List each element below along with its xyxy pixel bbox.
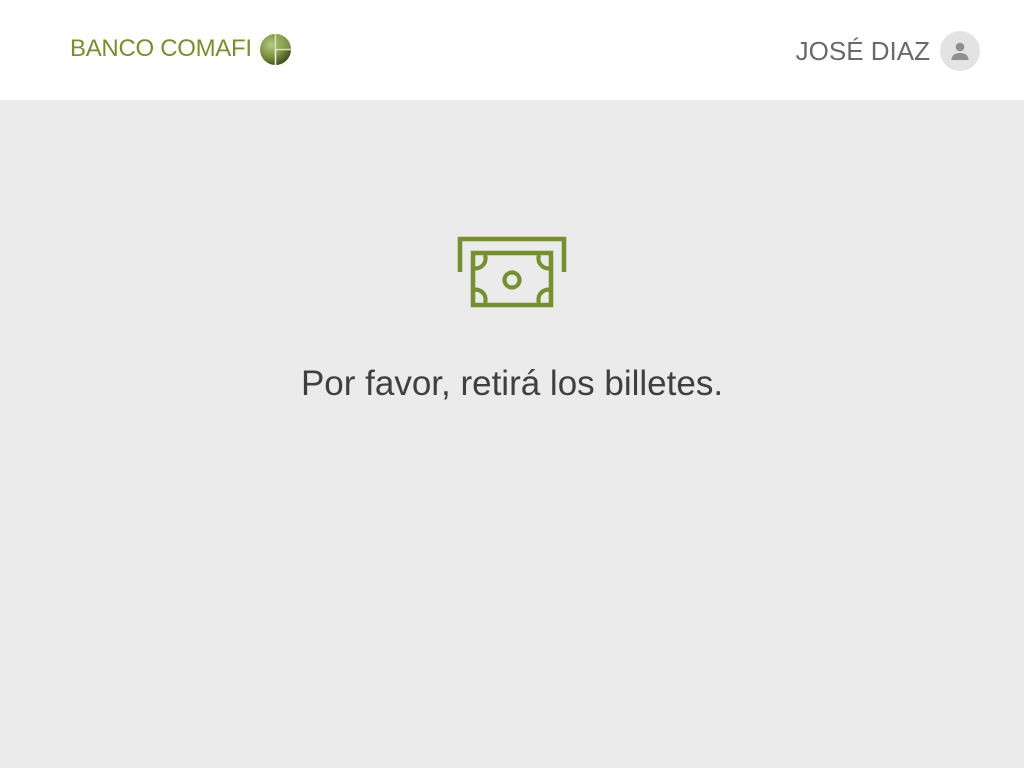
header: BANCO COMAFI JOSÉ DIAZ (0, 0, 1024, 100)
globe-logo-icon (259, 33, 291, 65)
brand-logo: BANCO COMAFI (70, 32, 292, 66)
user-avatar-icon (951, 42, 969, 60)
cash-dispense-icon (457, 236, 567, 308)
user-menu[interactable]: JOSÉ DIAZ (796, 31, 980, 71)
brand-name: BANCO COMAFI (70, 35, 252, 62)
instruction-message: Por favor, retirá los billetes. (300, 364, 724, 403)
user-name: JOSÉ DIAZ (795, 36, 930, 66)
avatar[interactable] (940, 31, 980, 71)
